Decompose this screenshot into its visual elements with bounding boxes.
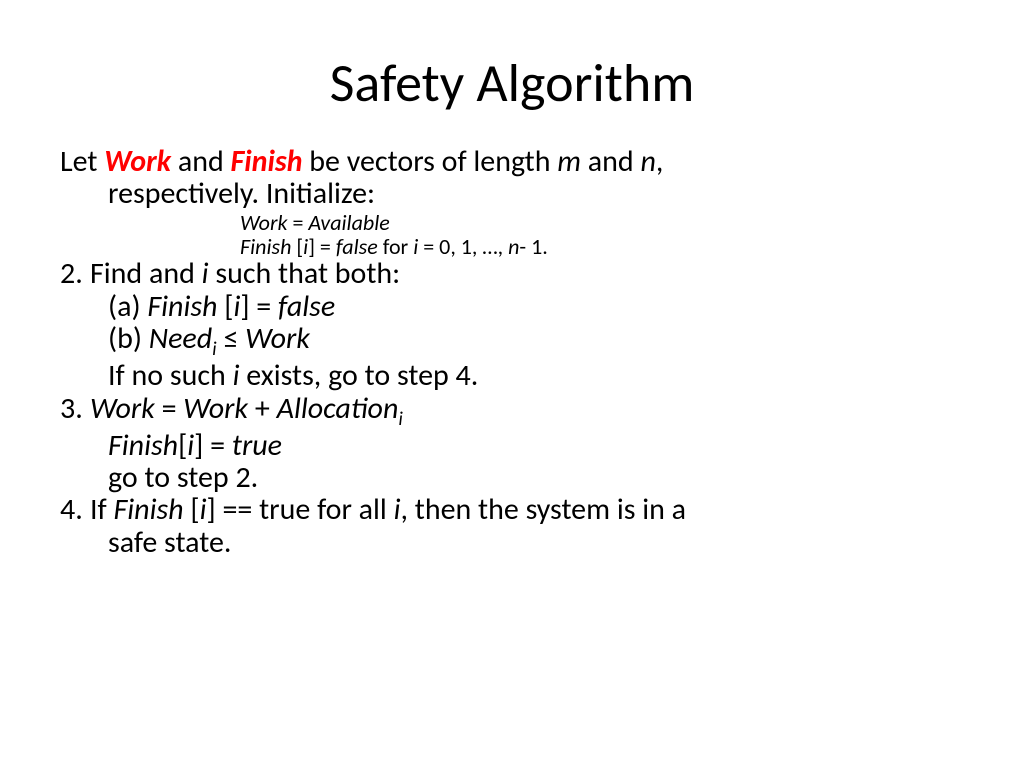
step-1-init-1: Work = Available bbox=[60, 211, 964, 235]
leq-symbol: ≤ bbox=[217, 320, 246, 357]
var-allocation: Allocation bbox=[277, 390, 399, 427]
step-1-line-1: Let Work and Finish be vectors of length… bbox=[60, 146, 964, 178]
step-2-cond-a: (a) Finish [i] = false bbox=[60, 291, 964, 323]
subscript-i: i bbox=[398, 407, 402, 431]
text: + bbox=[248, 390, 277, 427]
text: - 1. bbox=[519, 233, 547, 260]
step-number: 4. bbox=[60, 494, 90, 526]
slide-body: Let Work and Finish be vectors of length… bbox=[60, 146, 964, 559]
text: ] = bbox=[194, 427, 232, 464]
text: , bbox=[656, 143, 664, 180]
text: [ bbox=[178, 427, 187, 464]
var-work: Work bbox=[245, 320, 310, 357]
text: = bbox=[155, 390, 184, 427]
step-3-line-3: go to step 2. bbox=[60, 462, 964, 494]
var-work: Work bbox=[90, 390, 155, 427]
text: = 0, 1, …, bbox=[418, 233, 508, 260]
text: , then the system is in a bbox=[401, 491, 687, 528]
step-4-line-2: safe state. bbox=[60, 527, 964, 559]
var-finish: Finish bbox=[114, 491, 191, 528]
step-number: 3. bbox=[60, 393, 90, 425]
step-2-fallback: If no such i exists, go to step 4. bbox=[60, 360, 964, 392]
slide-title: Safety Algorithm bbox=[60, 50, 964, 116]
text: Let bbox=[60, 143, 104, 180]
var-m: m bbox=[557, 143, 581, 180]
step-2-cond-b: (b) Needi ≤ Work bbox=[60, 323, 964, 360]
text: ] == true for all bbox=[206, 491, 393, 528]
var-work: Work bbox=[183, 390, 248, 427]
var-finish: Finish bbox=[108, 427, 178, 464]
step-3-line-1: 3.Work = Work + Allocationi bbox=[60, 393, 964, 430]
text: [ bbox=[190, 491, 199, 528]
var-n: n bbox=[640, 143, 655, 180]
slide: Safety Algorithm Let Work and Finish be … bbox=[0, 0, 1024, 768]
step-1-line-2: respectively. Initialize: bbox=[60, 178, 964, 210]
text: (b) bbox=[108, 320, 149, 357]
var-need: Need bbox=[149, 320, 212, 357]
var-n: n bbox=[508, 233, 519, 260]
step-4-line-1: 4.If Finish [i] == true for all i, then … bbox=[60, 494, 964, 526]
text: If bbox=[90, 491, 114, 528]
val-true: true bbox=[232, 427, 282, 464]
var-i: i bbox=[394, 491, 401, 528]
step-number: 2. bbox=[60, 258, 90, 290]
step-2-line-1: 2.Find and i such that both: bbox=[60, 258, 964, 290]
text: and bbox=[581, 143, 640, 180]
step-3-line-2: Finish[i] = true bbox=[60, 430, 964, 462]
